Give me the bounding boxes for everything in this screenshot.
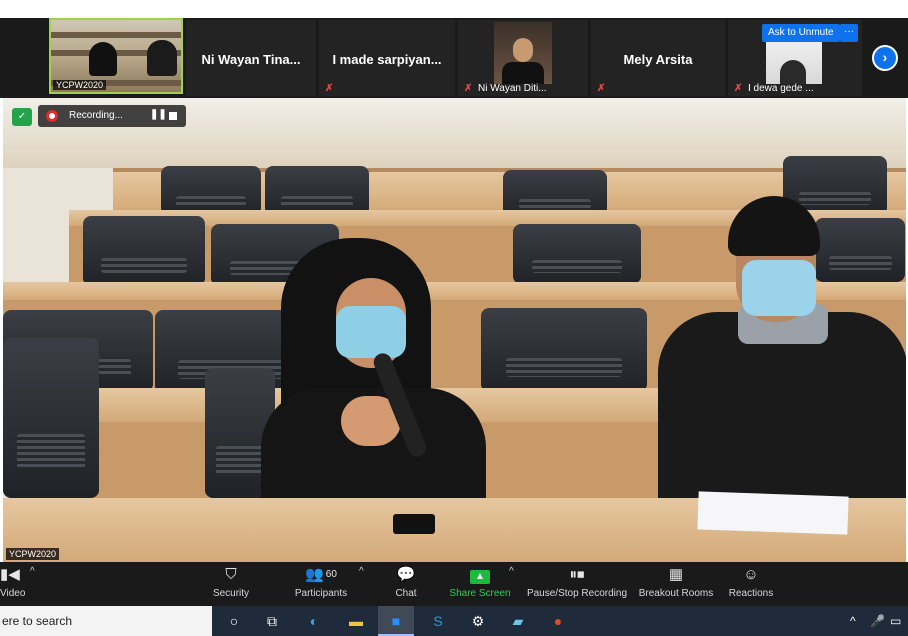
security-button[interactable]: ⛉ Security (206, 566, 256, 604)
meeting-toolbar: ▮◀ Video ^ ⛉ Security 👥 60 Participants ^… (0, 562, 908, 606)
thumb-person (89, 42, 117, 76)
thumb-person-body (502, 62, 544, 84)
chair (83, 216, 205, 286)
participant-tile[interactable]: Ni Wayan Tina... (186, 20, 316, 96)
participants-count: 60 (325, 569, 337, 580)
participant-tile[interactable]: ✗ Ni Wayan Diti... (458, 20, 588, 96)
chair (265, 166, 369, 216)
participant-name: Mely Arsita (623, 52, 693, 67)
breakout-rooms-label: Breakout Rooms (638, 588, 714, 599)
reactions-label: Reactions (728, 588, 774, 599)
main-video (3, 98, 906, 562)
security-label: Security (212, 588, 250, 599)
thumb-person-head (780, 60, 806, 84)
recording-indicator: Recording... ❚❚ (38, 105, 186, 127)
thumb-person-head (513, 38, 533, 62)
share-screen-label: Share Screen (449, 588, 511, 599)
ask-to-unmute-button[interactable]: Ask to Unmute (762, 24, 840, 42)
face-mask (742, 260, 816, 316)
pause-icon[interactable]: ❚❚ (150, 109, 167, 120)
chevron-right-icon[interactable]: › (872, 45, 898, 71)
skype-icon[interactable]: S (420, 606, 456, 636)
more-options-button[interactable]: ··· (840, 24, 858, 42)
participants-icon: 👥 60 (305, 566, 337, 583)
file-explorer-icon[interactable]: ▬ (338, 606, 374, 636)
taskbar-search-box[interactable]: ere to search (0, 606, 212, 636)
chair (161, 166, 261, 216)
zoom-meeting-window: YCPW2020 ✗ Ni Wayan Tina... I made sarpi… (0, 0, 908, 636)
cortana-icon[interactable]: ○ (216, 606, 252, 636)
muted-mic-icon: ✗ (464, 83, 473, 94)
thumb-desk-row (51, 32, 181, 38)
microphone-icon[interactable]: 🎤 (870, 606, 885, 636)
pause-stop-recording-label: Pause/Stop Recording (526, 588, 628, 599)
participants-button[interactable]: 👥 60 Participants (290, 566, 352, 604)
participants-label: Participants (294, 588, 348, 599)
pause-stop-icon: ⏸⏹ (569, 566, 585, 583)
reactions-button[interactable]: ☺ Reactions (726, 566, 776, 604)
recording-icon (46, 110, 58, 122)
participant-video-thumb (766, 40, 822, 84)
share-screen-button[interactable]: ▲ Share Screen (448, 566, 512, 604)
participant-name: Ni Wayan Diti... (478, 83, 547, 94)
participant-name: I made sarpiyan... (332, 52, 442, 67)
share-screen-icon: ▲ (448, 566, 512, 584)
thumb-person (147, 40, 177, 76)
chair (481, 308, 647, 392)
chair (513, 224, 641, 284)
participant-name: I dewa gede ... (748, 83, 814, 94)
chat-icon: 💬 (396, 566, 416, 583)
settings-icon[interactable]: ⚙ (460, 606, 496, 636)
camera-tag: YCPW2020 (6, 548, 60, 560)
edge-icon[interactable]: ◐ (296, 606, 332, 636)
chat-button[interactable]: 💬 Chat (388, 566, 424, 604)
paper-sheet (697, 491, 849, 535)
windows-taskbar: ere to search ○ ⧉ ◐ ▬ ■ S ⚙ ▰ ● ^ 🎤 ▭ (0, 606, 908, 636)
reactions-icon: ☺ (743, 566, 759, 583)
pause-stop-recording-button[interactable]: ⏸⏹ Pause/Stop Recording (526, 566, 628, 604)
shield-icon: ⛉ (225, 566, 237, 583)
participant-tile[interactable]: Mely Arsita ✗ (591, 20, 725, 96)
breakout-rooms-button[interactable]: ▦ Breakout Rooms (638, 566, 714, 604)
breakout-rooms-icon: ▦ (668, 566, 684, 583)
face-mask (336, 306, 406, 358)
video-options-caret[interactable]: ^ (30, 566, 35, 604)
chat-label: Chat (395, 588, 417, 599)
powerpoint-icon[interactable]: ● (540, 606, 576, 636)
muted-mic-icon: ✗ (325, 83, 334, 94)
show-hidden-icons-icon[interactable]: ^ (850, 606, 856, 636)
muted-mic-icon: ✗ (597, 83, 606, 94)
share-options-caret[interactable]: ^ (509, 566, 514, 604)
stop-icon[interactable] (169, 112, 177, 120)
recording-label: Recording... (69, 110, 123, 121)
participants-options-caret[interactable]: ^ (359, 566, 364, 604)
participant-video-thumb (494, 22, 552, 84)
notification-icon[interactable]: ▭ (890, 606, 901, 636)
muted-mic-icon: ✗ (734, 83, 743, 94)
hair (728, 196, 820, 256)
participant-name: Ni Wayan Tina... (201, 52, 301, 67)
zoom-icon[interactable]: ■ (378, 606, 414, 636)
phone (393, 514, 435, 534)
participant-tile[interactable]: I made sarpiyan... ✗ (319, 20, 455, 96)
camera-tag: YCPW2020 (53, 80, 107, 90)
self-video-tile[interactable]: YCPW2020 (49, 18, 183, 94)
notepad-icon[interactable]: ▰ (500, 606, 536, 636)
task-view-icon[interactable]: ⧉ (254, 606, 290, 636)
chair (3, 338, 99, 498)
encryption-shield-icon[interactable]: ✓ (12, 108, 32, 126)
